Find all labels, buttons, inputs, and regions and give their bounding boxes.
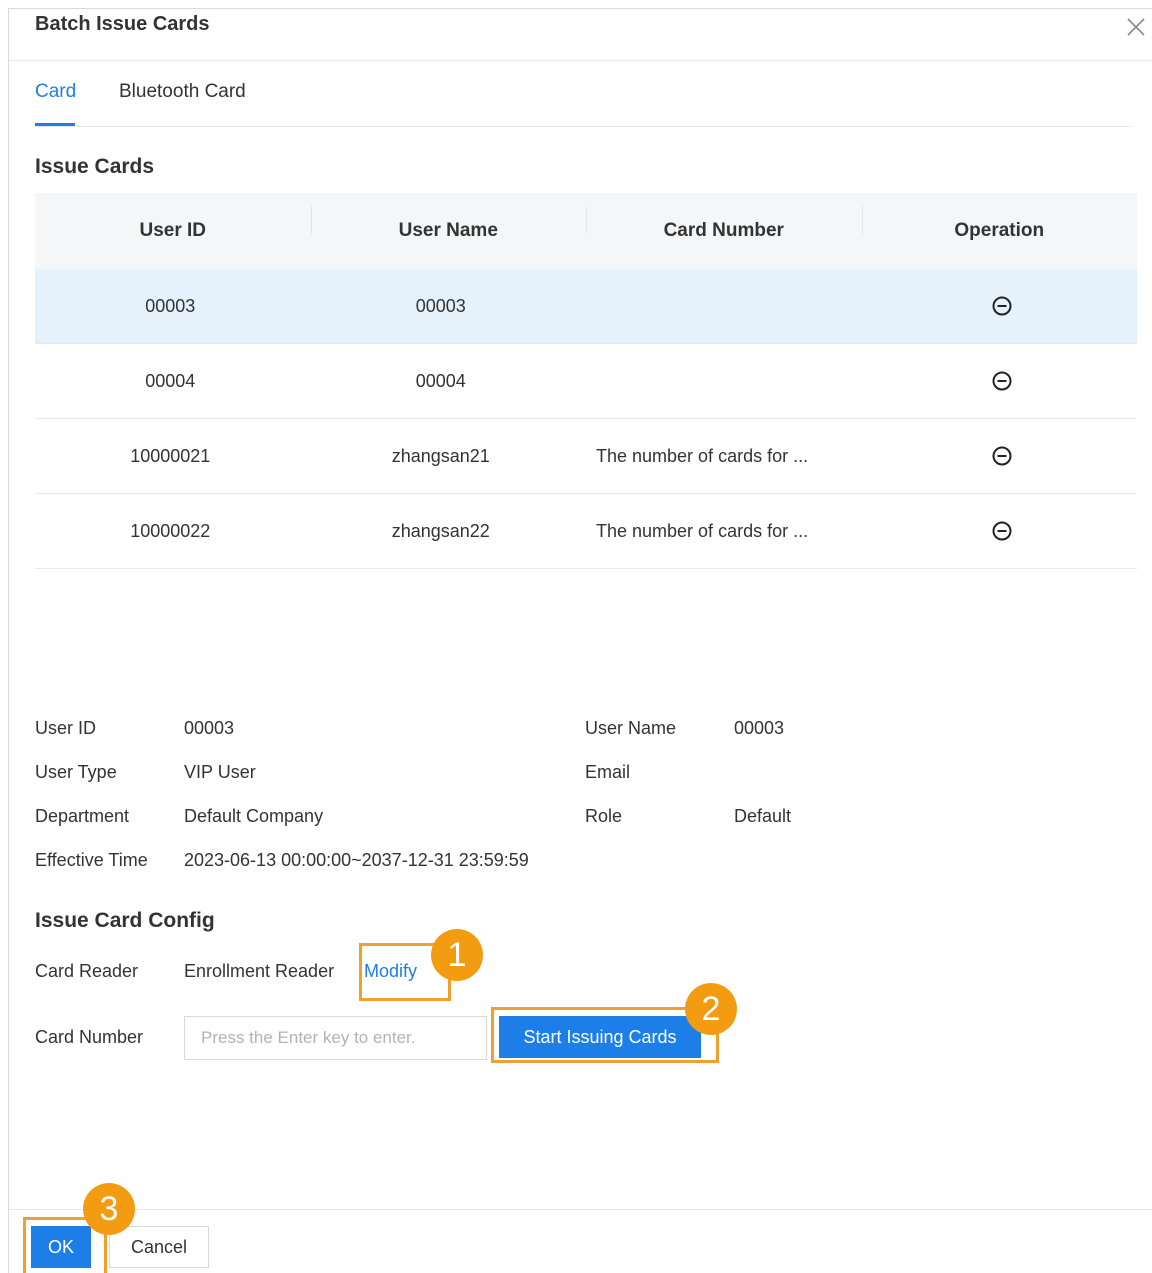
close-icon	[1127, 18, 1145, 36]
cell-card-number: The number of cards for ...	[596, 445, 809, 466]
cell-card-number: The number of cards for ...	[596, 520, 809, 541]
card-number-label: Card Number	[35, 1027, 144, 1047]
minus-circle-icon[interactable]	[991, 370, 1013, 392]
tab-card[interactable]: Card	[35, 81, 76, 103]
cell-operation	[867, 370, 1138, 392]
table-row[interactable]: 00004 00004	[35, 344, 1137, 419]
tab-bluetooth-card[interactable]: Bluetooth Card	[119, 81, 246, 103]
callout-badge-1: 1	[431, 929, 483, 981]
tab-bar: Card Bluetooth Card	[35, 81, 1132, 127]
user-type-value: VIP User	[184, 762, 256, 782]
header-divider	[9, 60, 1152, 61]
footer-divider	[9, 1209, 1152, 1210]
cell-user-id: 10000021	[130, 445, 211, 466]
user-id-value: 00003	[184, 718, 235, 738]
minus-circle-icon[interactable]	[991, 520, 1013, 542]
card-reader-value: Enrollment Reader	[184, 961, 335, 981]
user-type-label: User Type	[35, 762, 117, 782]
user-id-label: User ID	[35, 718, 97, 738]
cell-user-id: 10000022	[130, 520, 211, 541]
email-label: Email	[585, 762, 631, 782]
cell-operation	[867, 520, 1138, 542]
minus-circle-icon[interactable]	[991, 295, 1013, 317]
table-row[interactable]: 00003 00003	[35, 269, 1137, 344]
active-tab-indicator	[35, 123, 75, 126]
cell-operation	[867, 445, 1138, 467]
issue-card-config-heading: Issue Card Config	[35, 909, 215, 932]
column-header-operation: Operation	[861, 206, 1138, 242]
issue-cards-heading: Issue Cards	[35, 155, 155, 178]
role-label: Role	[585, 806, 623, 826]
card-reader-label: Card Reader	[35, 961, 139, 981]
table-header: User ID User Name Card Number Operation	[35, 193, 1137, 269]
cell-operation	[867, 295, 1138, 317]
issue-cards-table: User ID User Name Card Number Operation …	[35, 193, 1137, 569]
start-issuing-cards-button[interactable]: Start Issuing Cards	[499, 1016, 701, 1058]
role-value: Default	[734, 806, 792, 826]
callout-badge-3: 3	[83, 1183, 135, 1235]
column-header-card-number: Card Number	[586, 206, 862, 242]
user-name-value: 00003	[734, 718, 785, 738]
cell-user-name: 00004	[415, 370, 466, 391]
table-row[interactable]: 10000022 zhangsan22 The number of cards …	[35, 494, 1137, 569]
close-button[interactable]	[1122, 13, 1150, 41]
column-header-user-name: User Name	[310, 206, 587, 242]
ok-button[interactable]: OK	[31, 1226, 91, 1268]
batch-issue-cards-dialog: Batch Issue Cards Card Bluetooth Card Is…	[8, 8, 1152, 1273]
effective-time-label: Effective Time	[35, 850, 148, 870]
cell-user-name: zhangsan21	[391, 445, 490, 466]
modify-link[interactable]: Modify	[364, 961, 417, 982]
cell-user-id: 00003	[145, 295, 196, 316]
card-number-input[interactable]	[184, 1016, 487, 1060]
dialog-title: Batch Issue Cards	[35, 13, 210, 35]
cell-user-name: 00003	[415, 295, 466, 316]
department-label: Department	[35, 806, 130, 826]
cell-user-name: zhangsan22	[391, 520, 490, 541]
cancel-button[interactable]: Cancel	[109, 1226, 209, 1268]
callout-badge-2: 2	[685, 983, 737, 1035]
department-value: Default Company	[184, 806, 324, 826]
minus-circle-icon[interactable]	[991, 445, 1013, 467]
table-row[interactable]: 10000021 zhangsan21 The number of cards …	[35, 419, 1137, 494]
column-header-user-id: User ID	[139, 220, 207, 241]
user-name-label: User Name	[585, 718, 677, 738]
cell-user-id: 00004	[145, 370, 196, 391]
effective-time-value: 2023-06-13 00:00:00~2037-12-31 23:59:59	[184, 850, 529, 870]
